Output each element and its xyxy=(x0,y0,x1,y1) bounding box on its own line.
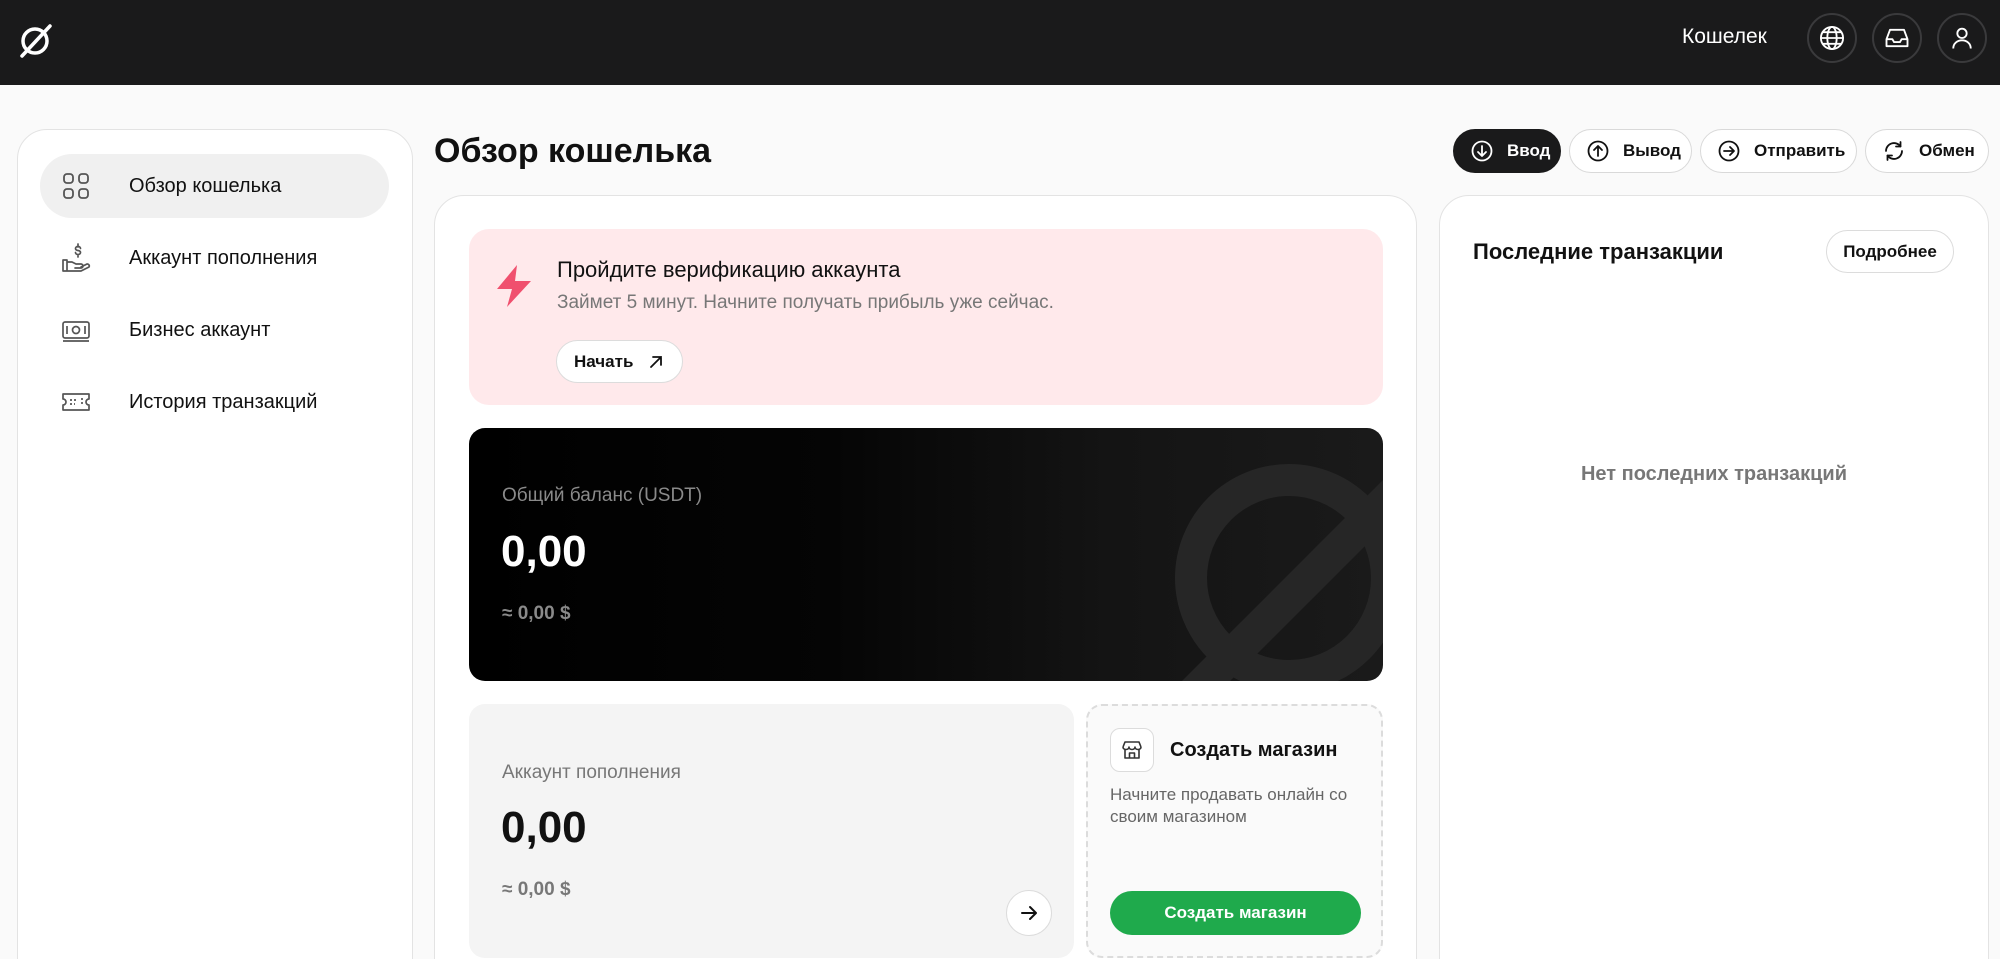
sidebar-item-topup-account[interactable]: Аккаунт пополнения xyxy=(40,226,389,290)
total-balance-card: Общий баланс (USDT) 0,00 ≈ 0,00 $ xyxy=(469,428,1383,681)
create-shop-card: Создать магазин Начните продавать онлайн… xyxy=(1086,704,1383,958)
sidebar-item-transaction-history[interactable]: История транзакций xyxy=(40,370,389,434)
top-bar: Кошелек xyxy=(0,0,2000,85)
sidebar-item-business-account[interactable]: Бизнес аккаунт xyxy=(40,298,389,362)
topup-account-value: 0,00 xyxy=(501,803,587,852)
arrow-right-circle-icon xyxy=(1718,140,1740,162)
user-icon xyxy=(1952,27,1972,49)
recent-transactions-title: Последние транзакции xyxy=(1473,239,1724,264)
create-shop-title: Создать магазин xyxy=(1170,739,1338,761)
recent-transactions-card xyxy=(1439,195,1989,959)
topup-account-card: Аккаунт пополнения 0,00 ≈ 0,00 $ xyxy=(469,704,1074,958)
withdraw-button[interactable]: Вывод xyxy=(1569,129,1692,173)
total-balance-value: 0,00 xyxy=(501,527,587,576)
grid-icon xyxy=(63,173,89,199)
ticket-icon xyxy=(62,393,90,411)
exchange-button-label: Обмен xyxy=(1919,141,1975,160)
shop-icon-box xyxy=(1110,728,1154,772)
arrow-up-circle-icon xyxy=(1587,140,1609,162)
sidebar: Обзор кошелька Аккаунт пополнения Бизнес… xyxy=(17,129,413,959)
lightning-icon xyxy=(497,265,531,307)
wallet-nav-link[interactable]: Кошелек xyxy=(1682,24,1767,50)
inbox-button[interactable] xyxy=(1872,13,1922,63)
start-button-label: Начать xyxy=(574,351,634,371)
verification-subtitle: Займет 5 минут. Начните получать прибыль… xyxy=(557,292,1054,313)
arrow-right-icon xyxy=(1021,906,1037,920)
logo-icon[interactable] xyxy=(14,18,58,62)
profile-button[interactable] xyxy=(1937,13,1987,63)
sidebar-item-wallet-overview[interactable]: Обзор кошелька xyxy=(40,154,389,218)
total-balance-usd: ≈ 0,00 $ xyxy=(502,603,571,624)
deposit-button-label: Ввод xyxy=(1507,141,1551,160)
arrow-down-circle-icon xyxy=(1471,140,1493,162)
inbox-icon xyxy=(1885,28,1909,48)
topup-account-label: Аккаунт пополнения xyxy=(502,762,681,783)
language-button[interactable] xyxy=(1807,13,1857,63)
verification-title: Пройдите верификацию аккаунта xyxy=(557,257,901,282)
create-shop-description: Начните продавать онлайн со своим магази… xyxy=(1110,785,1348,826)
refresh-icon xyxy=(1885,141,1903,161)
topup-account-usd: ≈ 0,00 $ xyxy=(502,879,571,900)
globe-icon xyxy=(1819,25,1845,51)
total-balance-label: Общий баланс (USDT) xyxy=(502,485,703,506)
sidebar-item-label: История транзакций xyxy=(129,391,318,413)
verification-banner: Пройдите верификацию аккаунта Займет 5 м… xyxy=(469,229,1383,405)
sidebar-item-label: Обзор кошелька xyxy=(129,175,282,197)
deposit-button[interactable]: Ввод xyxy=(1453,129,1561,173)
topup-account-open-button[interactable] xyxy=(1006,890,1052,936)
no-transactions-text: Нет последних транзакций xyxy=(1580,463,1848,485)
arrow-up-right-icon xyxy=(650,356,662,368)
send-button[interactable]: Отправить xyxy=(1700,129,1857,173)
withdraw-button-label: Вывод xyxy=(1623,141,1681,160)
page-title: Обзор кошелька xyxy=(434,132,712,170)
hand-dollar-icon xyxy=(62,243,91,272)
sidebar-item-label: Аккаунт пополнения xyxy=(129,247,318,269)
start-verification-button[interactable]: Начать xyxy=(556,340,683,383)
store-icon xyxy=(1122,741,1142,759)
cash-icon xyxy=(62,321,90,342)
more-transactions-button[interactable]: Подробнее xyxy=(1826,230,1954,273)
sidebar-item-label: Бизнес аккаунт xyxy=(129,319,271,341)
send-button-label: Отправить xyxy=(1754,141,1846,160)
exchange-button[interactable]: Обмен xyxy=(1865,129,1989,173)
create-shop-button[interactable]: Создать магазин xyxy=(1110,891,1361,935)
logo-watermark-icon xyxy=(1175,464,1383,681)
